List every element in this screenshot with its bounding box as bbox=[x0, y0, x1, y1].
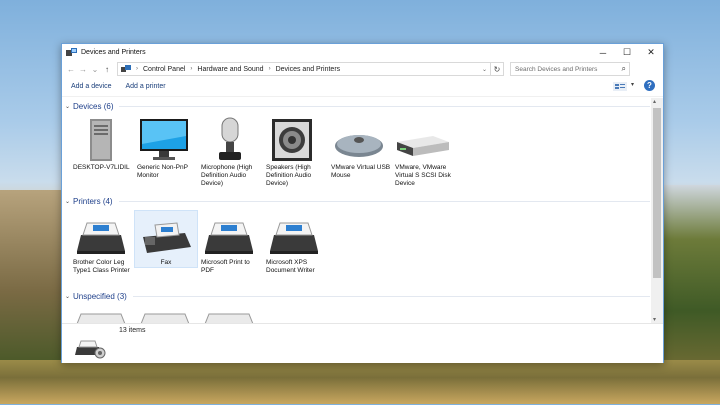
unspecified-item[interactable] bbox=[71, 306, 133, 323]
scroll-up-arrow-icon[interactable]: ▴ bbox=[653, 98, 656, 105]
refresh-icon: ↻ bbox=[493, 64, 501, 74]
group-header-unspecified[interactable]: ⌄ Unspecified (3) bbox=[65, 290, 650, 302]
search-box[interactable]: Search Devices and Printers ⌕ bbox=[510, 62, 630, 76]
control-panel-icon bbox=[121, 65, 131, 72]
address-bar[interactable]: › Control Panel › Hardware and Sound › D… bbox=[117, 62, 491, 76]
address-row: ← → ⌄ ↑ › Control Panel › Hardware and S… bbox=[62, 61, 663, 77]
microphone-icon bbox=[199, 116, 259, 164]
up-button[interactable]: ↑ bbox=[101, 65, 113, 74]
monitor-icon bbox=[135, 116, 195, 164]
printer-item[interactable]: Microsoft Print to PDF bbox=[199, 211, 261, 275]
group-divider bbox=[119, 105, 650, 107]
minimize-button[interactable]: ─ bbox=[591, 44, 615, 61]
breadcrumb-hardware-and-sound[interactable]: Hardware and Sound bbox=[197, 66, 263, 73]
desktop-ground bbox=[0, 360, 720, 404]
desktop-trees-left bbox=[0, 190, 62, 360]
close-button[interactable]: ✕ bbox=[639, 44, 663, 61]
mouse-icon bbox=[329, 116, 389, 164]
forward-button[interactable]: → bbox=[77, 65, 89, 74]
refresh-button[interactable]: ↻ bbox=[491, 62, 504, 76]
device-box-icon bbox=[71, 306, 131, 323]
help-button[interactable]: ? bbox=[644, 80, 655, 91]
printer-label: Microsoft XPS Document Writer bbox=[266, 259, 315, 274]
vertical-scrollbar[interactable]: ▴ ▾ bbox=[651, 98, 663, 323]
address-dropdown-icon[interactable]: ⌄ bbox=[482, 66, 487, 73]
desktop-trees-right bbox=[662, 185, 720, 365]
speaker-icon bbox=[264, 116, 324, 164]
group-title: Unspecified (3) bbox=[73, 291, 127, 301]
printer-item[interactable]: Microsoft XPS Document Writer bbox=[264, 211, 326, 275]
scroll-down-arrow-icon[interactable]: ▾ bbox=[653, 316, 656, 323]
device-label: Speakers (High Definition Audio Device) bbox=[266, 164, 312, 187]
details-pane: 13 items bbox=[62, 323, 663, 363]
breadcrumb-separator-icon[interactable]: › bbox=[190, 66, 192, 72]
back-button[interactable]: ← bbox=[65, 65, 77, 74]
device-box-icon bbox=[135, 306, 195, 323]
group-header-devices[interactable]: ⌄ Devices (6) bbox=[65, 100, 650, 112]
recent-locations-button[interactable]: ⌄ bbox=[89, 65, 101, 74]
device-item[interactable]: DESKTOP-V7LIDIL bbox=[71, 116, 133, 172]
add-printer-button[interactable]: Add a printer bbox=[125, 81, 165, 92]
search-icon: ⌕ bbox=[621, 64, 626, 73]
maximize-button[interactable]: ☐ bbox=[615, 44, 639, 61]
group-divider bbox=[118, 200, 650, 202]
printer-label: Microsoft Print to PDF bbox=[201, 259, 250, 274]
collapse-chevron-icon[interactable]: ⌄ bbox=[65, 103, 70, 110]
device-label: DESKTOP-V7LIDIL bbox=[73, 164, 130, 171]
window-title: Devices and Printers bbox=[81, 49, 146, 56]
printer-icon bbox=[71, 211, 131, 259]
breadcrumb-separator-icon[interactable]: › bbox=[269, 66, 271, 72]
unspecified-item[interactable] bbox=[135, 306, 197, 323]
add-device-button[interactable]: Add a device bbox=[71, 81, 111, 92]
device-label: VMware Virtual USB Mouse bbox=[331, 164, 391, 179]
group-title: Devices (6) bbox=[73, 101, 114, 111]
breadcrumb-devices-and-printers[interactable]: Devices and Printers bbox=[276, 66, 341, 73]
breadcrumb-control-panel[interactable]: Control Panel bbox=[143, 66, 185, 73]
collapse-chevron-icon[interactable]: ⌄ bbox=[65, 198, 70, 205]
group-divider bbox=[132, 295, 650, 297]
collapse-chevron-icon[interactable]: ⌄ bbox=[65, 293, 70, 300]
breadcrumb-separator-icon: › bbox=[136, 66, 138, 72]
search-placeholder: Search Devices and Printers bbox=[515, 65, 598, 73]
devices-and-printers-icon bbox=[66, 48, 77, 56]
printer-label: Fax bbox=[160, 259, 172, 266]
scrollbar-thumb[interactable] bbox=[653, 108, 661, 278]
devices-and-printers-window: Devices and Printers ─ ☐ ✕ ← → ⌄ ↑ › Con… bbox=[61, 43, 664, 363]
change-view-icon[interactable] bbox=[613, 82, 627, 91]
view-dropdown-icon[interactable]: ▾ bbox=[631, 81, 634, 88]
printer-item-selected[interactable]: Fax bbox=[134, 210, 198, 268]
printers-status-icon bbox=[75, 340, 106, 359]
device-item[interactable]: Speakers (High Definition Audio Device) bbox=[264, 116, 326, 188]
device-label: VMware, VMware Virtual S SCSI Disk Devic… bbox=[395, 164, 451, 187]
printer-icon bbox=[199, 211, 259, 259]
printer-item[interactable]: Brother Color Leg Type1 Class Printer bbox=[71, 211, 133, 275]
device-label: Generic Non-PnP Monitor bbox=[137, 164, 188, 179]
device-item[interactable]: VMware Virtual USB Mouse bbox=[329, 116, 391, 180]
printer-label: Brother Color Leg Type1 Class Printer bbox=[73, 259, 130, 274]
disk-drive-icon bbox=[393, 116, 453, 164]
device-item[interactable]: Generic Non-PnP Monitor bbox=[135, 116, 197, 180]
fax-icon bbox=[135, 211, 195, 259]
group-title: Printers (4) bbox=[73, 196, 113, 206]
device-label: Microphone (High Definition Audio Device… bbox=[201, 164, 253, 187]
devices-content-pane: ⌄ Devices (6) DESKTOP-V7LIDIL Generic No… bbox=[62, 98, 650, 323]
computer-tower-icon bbox=[71, 116, 131, 164]
item-count: 13 items bbox=[119, 327, 146, 334]
command-bar: Add a device Add a printer ▾ ? bbox=[62, 77, 663, 97]
unspecified-item[interactable] bbox=[199, 306, 261, 323]
device-box-icon bbox=[199, 306, 259, 323]
device-item[interactable]: Microphone (High Definition Audio Device… bbox=[199, 116, 261, 188]
group-header-printers[interactable]: ⌄ Printers (4) bbox=[65, 195, 650, 207]
printer-icon bbox=[264, 211, 324, 259]
title-bar[interactable]: Devices and Printers ─ ☐ ✕ bbox=[62, 44, 663, 61]
device-item[interactable]: VMware, VMware Virtual S SCSI Disk Devic… bbox=[393, 116, 455, 188]
